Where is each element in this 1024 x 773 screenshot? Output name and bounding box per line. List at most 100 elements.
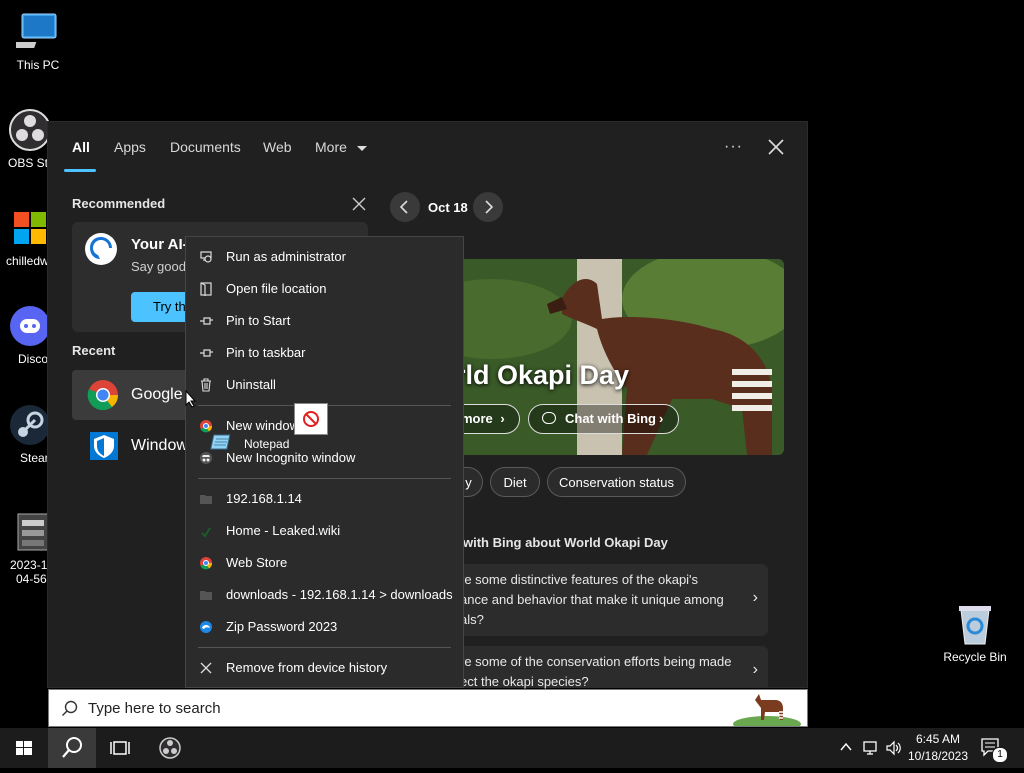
recent-heading: Recent — [72, 343, 116, 358]
tab-all-underline — [64, 169, 96, 172]
chevron-up-icon[interactable] — [839, 740, 853, 754]
close-icon[interactable] — [766, 137, 786, 157]
question-card[interactable]: re some distinctive features of the okap… — [448, 564, 768, 636]
menu-item-label: Zip Password 2023 — [226, 619, 338, 634]
search-button[interactable] — [48, 728, 96, 768]
chip-conservation-status[interactable]: Conservation status — [547, 467, 686, 497]
recommended-heading: Recommended — [72, 196, 166, 211]
tab-more[interactable]: More — [315, 139, 367, 155]
no-drop-cursor-icon — [294, 403, 328, 435]
okapi-search-highlight-image — [731, 690, 803, 732]
page-icon — [199, 524, 213, 538]
learn-more-label: more — [461, 411, 493, 426]
chevron-right-icon: › — [752, 589, 758, 606]
obs-taskbar-icon[interactable] — [146, 728, 194, 768]
volume-icon[interactable] — [885, 739, 903, 757]
windows-flag-icon — [8, 206, 52, 250]
menu-item-history-zip-password[interactable]: Zip Password 2023 — [186, 612, 463, 642]
windows-security-shield-icon — [88, 430, 120, 462]
dismiss-recommended-icon[interactable] — [352, 197, 366, 211]
chat-heading: with Bing about World Okapi Day — [463, 535, 668, 550]
chip-diet[interactable]: Diet — [490, 467, 540, 497]
caret-down-icon — [356, 145, 367, 151]
notepad-icon — [210, 434, 232, 452]
menu-item-label: Uninstall — [226, 377, 276, 392]
taskbar-search-box[interactable]: Type here to search — [48, 689, 808, 732]
clock-time: 6:45 AM — [915, 732, 961, 746]
menu-separator — [198, 647, 451, 648]
question-text: re some distinctive features of the okap… — [460, 572, 699, 587]
ellipsis-icon[interactable]: ··· — [724, 138, 743, 156]
discord-icon — [8, 304, 52, 348]
question-text: ance and behavior that make it unique am… — [460, 592, 724, 607]
network-icon[interactable] — [862, 739, 880, 757]
obs-icon — [8, 108, 52, 152]
menu-separator — [198, 478, 451, 479]
learn-more-button[interactable]: more › — [455, 404, 520, 434]
chrome-icon — [87, 379, 119, 411]
next-date-button[interactable] — [473, 192, 503, 222]
context-menu: Run as administrator Open file location … — [185, 236, 464, 688]
chat-with-bing-label: Chat with Bing — [565, 411, 656, 426]
question-text: re some of the conservation efforts bein… — [460, 654, 732, 669]
trash-icon — [199, 378, 213, 392]
menu-item-label: downloads - 192.168.1.14 > downloads — [226, 587, 453, 602]
menu-item-history-ip[interactable]: 192.168.1.14 — [186, 484, 463, 514]
menu-item-label: 192.168.1.14 — [226, 491, 302, 506]
menu-item-history-web-store[interactable]: Web Store — [186, 548, 463, 578]
chat-with-bing-button[interactable]: Chat with Bing › — [528, 404, 679, 434]
computer-icon — [6, 10, 60, 54]
desktop-icon-recycle-bin[interactable]: Recycle Bin — [937, 602, 1013, 664]
chip-label: y — [465, 475, 472, 490]
menu-item-pin-to-taskbar[interactable]: Pin to taskbar — [186, 338, 463, 368]
tab-all[interactable]: All — [72, 139, 90, 155]
menu-item-label: Web Store — [226, 555, 288, 570]
recent-item-label: Google — [131, 386, 183, 403]
clock-date: 10/18/2023 — [907, 749, 969, 763]
recommended-card-button[interactable]: Try th — [131, 292, 191, 322]
hero-title: rld Okapi Day — [455, 360, 630, 390]
pin-icon — [199, 314, 213, 328]
notification-count-badge: 1 — [992, 747, 1008, 763]
menu-item-uninstall[interactable]: Uninstall — [186, 370, 463, 400]
chip-label: Diet — [503, 475, 527, 490]
recent-item-label: Window — [131, 437, 188, 454]
menu-item-label: Pin to taskbar — [226, 345, 306, 360]
prev-date-button[interactable] — [390, 192, 420, 222]
menu-item-label: Run as administrator — [226, 249, 346, 264]
close-icon — [199, 661, 213, 675]
try-button-label: Try th — [153, 299, 186, 314]
folder-open-icon — [199, 282, 213, 296]
recommended-card-subtitle: Say good — [131, 259, 186, 274]
mouse-pointer-icon — [185, 389, 197, 408]
tab-more-label: More — [315, 139, 347, 155]
menu-item-label: Home - Leaked.wiki — [226, 523, 341, 538]
tab-documents[interactable]: Documents — [170, 139, 241, 155]
notifications-button[interactable]: 1 — [978, 734, 1008, 763]
pin-icon — [199, 346, 213, 360]
question-card[interactable]: re some of the conservation efforts bein… — [448, 646, 768, 689]
notepad-label: Notepad — [244, 437, 290, 451]
menu-item-open-file-location[interactable]: Open file location — [186, 274, 463, 304]
steam-icon — [8, 403, 52, 447]
tab-apps[interactable]: Apps — [114, 139, 146, 155]
chevron-right-icon: › — [752, 661, 758, 678]
menu-item-label: Remove from device history — [226, 660, 388, 675]
shield-icon — [199, 250, 213, 264]
start-button[interactable] — [0, 728, 48, 768]
menu-item-remove-from-history[interactable]: Remove from device history — [186, 653, 463, 683]
chevron-right-icon: › — [500, 411, 505, 426]
desktop-icon-this-pc[interactable]: This PC — [0, 10, 76, 72]
tab-web[interactable]: Web — [263, 139, 292, 155]
menu-item-run-as-administrator[interactable]: Run as administrator — [186, 242, 463, 272]
chevron-right-icon: › — [659, 411, 664, 426]
folder-icon — [199, 588, 213, 602]
clock[interactable]: 6:45 AM 10/18/2023 — [905, 731, 971, 767]
menu-item-pin-to-start[interactable]: Pin to Start — [186, 306, 463, 336]
bing-icon — [83, 231, 119, 267]
video-file-icon — [8, 510, 52, 554]
date-label: Oct 18 — [428, 200, 468, 215]
task-view-button[interactable] — [96, 728, 144, 768]
menu-item-history-leaked-wiki[interactable]: Home - Leaked.wiki — [186, 516, 463, 546]
menu-item-history-downloads[interactable]: downloads - 192.168.1.14 > downloads — [186, 580, 463, 610]
